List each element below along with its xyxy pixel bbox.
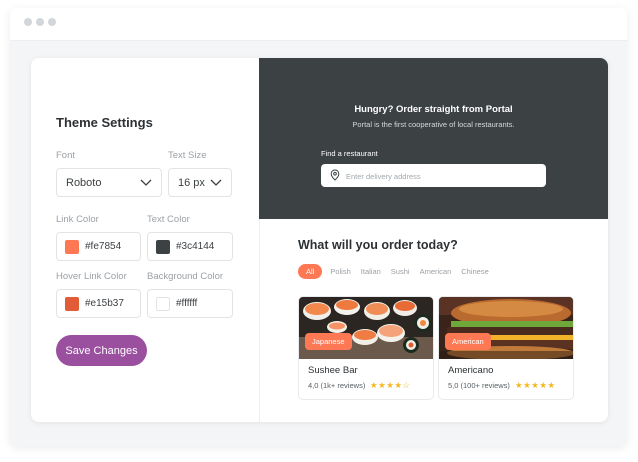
category-filter: All Polish Italian Sushi American Chines… xyxy=(298,263,499,280)
hero-title: Hungry? Order straight from Portal xyxy=(354,104,513,115)
category-chip-sushi[interactable]: Sushi xyxy=(391,267,410,276)
theme-settings-title: Theme Settings xyxy=(56,115,153,130)
background-color-label: Background Color xyxy=(147,271,224,282)
address-search-box[interactable] xyxy=(321,164,546,187)
font-select-value: Roboto xyxy=(66,177,102,189)
category-chip-all[interactable]: All xyxy=(298,264,323,279)
link-color-swatch[interactable] xyxy=(65,240,79,254)
text-size-select[interactable]: 16 px xyxy=(168,168,232,197)
theme-settings-panel: Theme Settings Font Roboto Text Size 16 … xyxy=(31,58,260,422)
restaurant-card[interactable]: American Americano 5,0 (100+ reviews) ★★… xyxy=(438,296,574,400)
link-color-value: #fe7854 xyxy=(85,241,122,252)
text-color-value: #3c4144 xyxy=(176,241,215,252)
link-color-field[interactable]: #fe7854 xyxy=(56,232,141,261)
cuisine-tag: Japanese xyxy=(305,333,352,350)
chevron-down-icon xyxy=(140,179,152,186)
hover-link-color-label: Hover Link Color xyxy=(56,271,127,282)
category-chip-chinese[interactable]: Chinese xyxy=(461,267,489,276)
restaurant-name[interactable]: Americano xyxy=(448,365,493,376)
restaurant-name[interactable]: Sushee Bar xyxy=(308,365,358,376)
find-restaurant-label: Find a restaurant xyxy=(321,149,378,158)
order-heading: What will you order today? xyxy=(298,238,458,252)
link-color-label: Link Color xyxy=(56,214,99,225)
title-bar xyxy=(10,8,627,41)
preview-card: Theme Settings Font Roboto Text Size 16 … xyxy=(31,58,608,422)
font-label: Font xyxy=(56,150,76,161)
text-size-select-value: 16 px xyxy=(178,177,205,189)
cuisine-tag: American xyxy=(445,333,491,350)
category-chip-polish[interactable]: Polish xyxy=(330,267,350,276)
hover-link-color-swatch[interactable] xyxy=(65,297,79,311)
category-chip-italian[interactable]: Italian xyxy=(361,267,381,276)
window-minimize-dot[interactable] xyxy=(36,18,44,26)
text-color-field[interactable]: #3c4144 xyxy=(147,232,233,261)
text-color-swatch[interactable] xyxy=(156,240,170,254)
window-close-dot[interactable] xyxy=(24,18,32,26)
hero-section: Hungry? Order straight from Portal Porta… xyxy=(259,58,608,219)
restaurant-card[interactable]: Japanese Sushee Bar 4,0 (1k+ reviews) ★★… xyxy=(298,296,434,400)
browser-window: Theme Settings Font Roboto Text Size 16 … xyxy=(10,8,627,446)
hero-subtitle: Portal is the first cooperative of local… xyxy=(352,120,515,129)
rating-text: 5,0 (100+ reviews) xyxy=(448,381,510,390)
hover-link-color-value: #e15b37 xyxy=(85,298,124,309)
save-changes-button[interactable]: Save Changes xyxy=(56,335,147,366)
font-select[interactable]: Roboto xyxy=(56,168,162,197)
window-maximize-dot[interactable] xyxy=(48,18,56,26)
text-size-label: Text Size xyxy=(168,150,207,161)
hover-link-color-field[interactable]: #e15b37 xyxy=(56,289,141,318)
site-preview: Hungry? Order straight from Portal Porta… xyxy=(259,58,608,422)
background-color-field[interactable]: #ffffff xyxy=(147,289,233,318)
star-rating-icon: ★★★★★ xyxy=(515,380,556,390)
background-color-swatch[interactable] xyxy=(156,297,170,311)
rating-text: 4,0 (1k+ reviews) xyxy=(308,381,366,390)
background-color-value: #ffffff xyxy=(176,298,198,309)
delivery-address-input[interactable] xyxy=(344,167,543,186)
text-color-label: Text Color xyxy=(147,214,190,225)
chevron-down-icon xyxy=(210,179,222,186)
category-chip-american[interactable]: American xyxy=(420,267,452,276)
map-pin-icon xyxy=(330,169,340,181)
star-rating-icon: ★★★★☆ xyxy=(370,380,411,390)
